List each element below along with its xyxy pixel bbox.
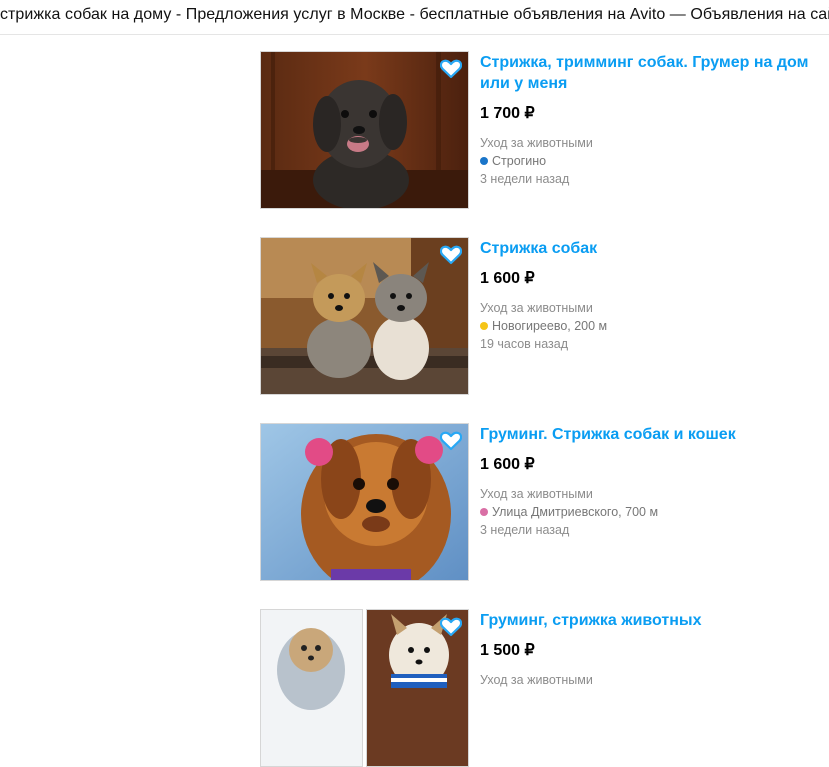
listing-price: 1 600 ₽ <box>480 456 535 473</box>
metro-line-dot <box>480 322 488 330</box>
listing-photo[interactable] <box>260 51 469 209</box>
metro-line-dot <box>480 508 488 516</box>
listing-time: 3 недели назад <box>480 523 570 537</box>
listing-photo-left <box>260 609 363 767</box>
listing-location: Улица Дмитриевского, 700 м <box>480 503 820 521</box>
metro-line-dot <box>480 157 488 165</box>
listing-info: Стрижка собак 1 600 ₽ Уход за животными … <box>480 237 820 353</box>
heart-outline-icon[interactable] <box>440 431 462 451</box>
listing-category: Уход за животными <box>480 136 593 150</box>
listing-location: Новогиреево, 200 м <box>480 317 820 335</box>
listing-category: Уход за животными <box>480 487 593 501</box>
listing-photo[interactable] <box>260 609 469 767</box>
listing-info: Груминг. Стрижка собак и кошек 1 600 ₽ У… <box>480 423 820 539</box>
heart-outline-icon[interactable] <box>440 59 462 79</box>
listing-price: 1 600 ₽ <box>480 270 535 287</box>
listing-photo[interactable] <box>260 237 469 395</box>
listing-info: Стрижка, тримминг собак. Грумер на дом и… <box>480 51 820 188</box>
listing-item[interactable]: Груминг, стрижка животных 1 500 ₽ Уход з… <box>260 609 820 767</box>
listing-title-link[interactable]: Груминг, стрижка животных <box>480 610 820 631</box>
listing-photo[interactable] <box>260 423 469 581</box>
heart-outline-icon[interactable] <box>440 245 462 265</box>
listing-time: 3 недели назад <box>480 172 570 186</box>
heart-outline-icon[interactable] <box>440 617 462 637</box>
listing-item[interactable]: Стрижка собак 1 600 ₽ Уход за животными … <box>260 237 820 395</box>
listing-category: Уход за животными <box>480 301 593 315</box>
listing-info: Груминг, стрижка животных 1 500 ₽ Уход з… <box>480 609 820 689</box>
listing-title-link[interactable]: Груминг. Стрижка собак и кошек <box>480 424 820 445</box>
listing-title-link[interactable]: Стрижка собак <box>480 238 820 259</box>
listing-category: Уход за животными <box>480 673 593 687</box>
location-text: Строгино <box>492 154 547 168</box>
location-text: Улица Дмитриевского, 700 м <box>492 505 659 519</box>
listing-item[interactable]: Стрижка, тримминг собак. Грумер на дом и… <box>260 51 820 209</box>
listing-item[interactable]: Груминг. Стрижка собак и кошек 1 600 ₽ У… <box>260 423 820 581</box>
listing-price: 1 700 ₽ <box>480 105 535 122</box>
listing-price: 1 500 ₽ <box>480 642 535 659</box>
window-title-bar: стрижка собак на дому - Предложения услу… <box>0 0 829 35</box>
window-title: стрижка собак на дому - Предложения услу… <box>0 6 829 23</box>
listing-time: 19 часов назад <box>480 337 568 351</box>
listing-location: Строгино <box>480 152 820 170</box>
location-text: Новогиреево, 200 м <box>492 319 608 333</box>
listing-title-link[interactable]: Стрижка, тримминг собак. Грумер на дом и… <box>480 52 820 94</box>
